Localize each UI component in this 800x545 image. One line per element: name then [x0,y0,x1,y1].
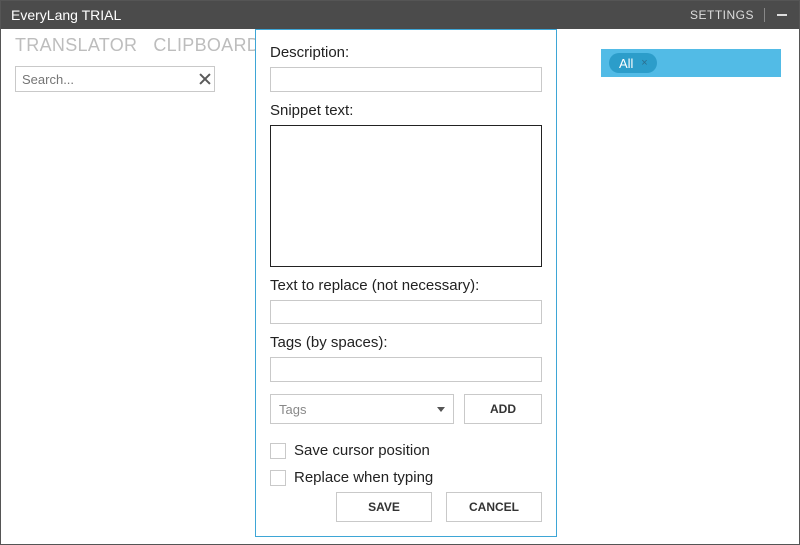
snippet-dialog: Description: Snippet text: Text to repla… [255,29,557,537]
cancel-button[interactable]: CANCEL [446,492,542,522]
minimize-button[interactable] [775,8,789,22]
snippet-text-label: Snippet text: [270,102,542,119]
minimize-icon [777,14,787,16]
tag-filter-bar: All × [601,49,781,77]
titlebar-separator [764,8,765,22]
clear-search-icon[interactable] [198,72,208,86]
tags-dropdown-row: Tags ADD [270,394,542,424]
save-cursor-checkbox-row[interactable]: Save cursor position [270,442,542,459]
tag-chip-label: All [619,56,633,71]
snippet-text-input[interactable] [270,125,542,267]
search-box[interactable] [15,66,215,92]
tags-input[interactable] [270,357,542,382]
checkbox-icon[interactable] [270,443,286,459]
tab-clipboard[interactable]: CLIPBOARD [153,35,260,56]
titlebar: EveryLang TRIAL SETTINGS [1,1,799,29]
settings-button[interactable]: SETTINGS [690,8,754,22]
search-input[interactable] [22,72,198,87]
save-button[interactable]: SAVE [336,492,432,522]
tag-chip-all[interactable]: All × [609,53,657,73]
description-label: Description: [270,44,542,61]
tag-chip-remove-icon[interactable]: × [637,56,651,70]
tags-dropdown-placeholder: Tags [279,402,306,417]
checkbox-group: Save cursor position Replace when typing [270,438,542,486]
description-input[interactable] [270,67,542,92]
replace-label: Text to replace (not necessary): [270,277,542,294]
app-title: EveryLang TRIAL [11,7,690,23]
checkbox-icon[interactable] [270,470,286,486]
tab-translator[interactable]: TRANSLATOR [15,35,137,56]
tags-label: Tags (by spaces): [270,334,542,351]
replace-typing-checkbox-row[interactable]: Replace when typing [270,469,542,486]
replace-input[interactable] [270,300,542,325]
tags-dropdown[interactable]: Tags [270,394,454,424]
add-tag-button[interactable]: ADD [464,394,542,424]
left-column [15,66,250,531]
replace-typing-label: Replace when typing [294,469,433,486]
dialog-actions: SAVE CANCEL [270,492,542,522]
chevron-down-icon [437,407,445,412]
save-cursor-label: Save cursor position [294,442,430,459]
